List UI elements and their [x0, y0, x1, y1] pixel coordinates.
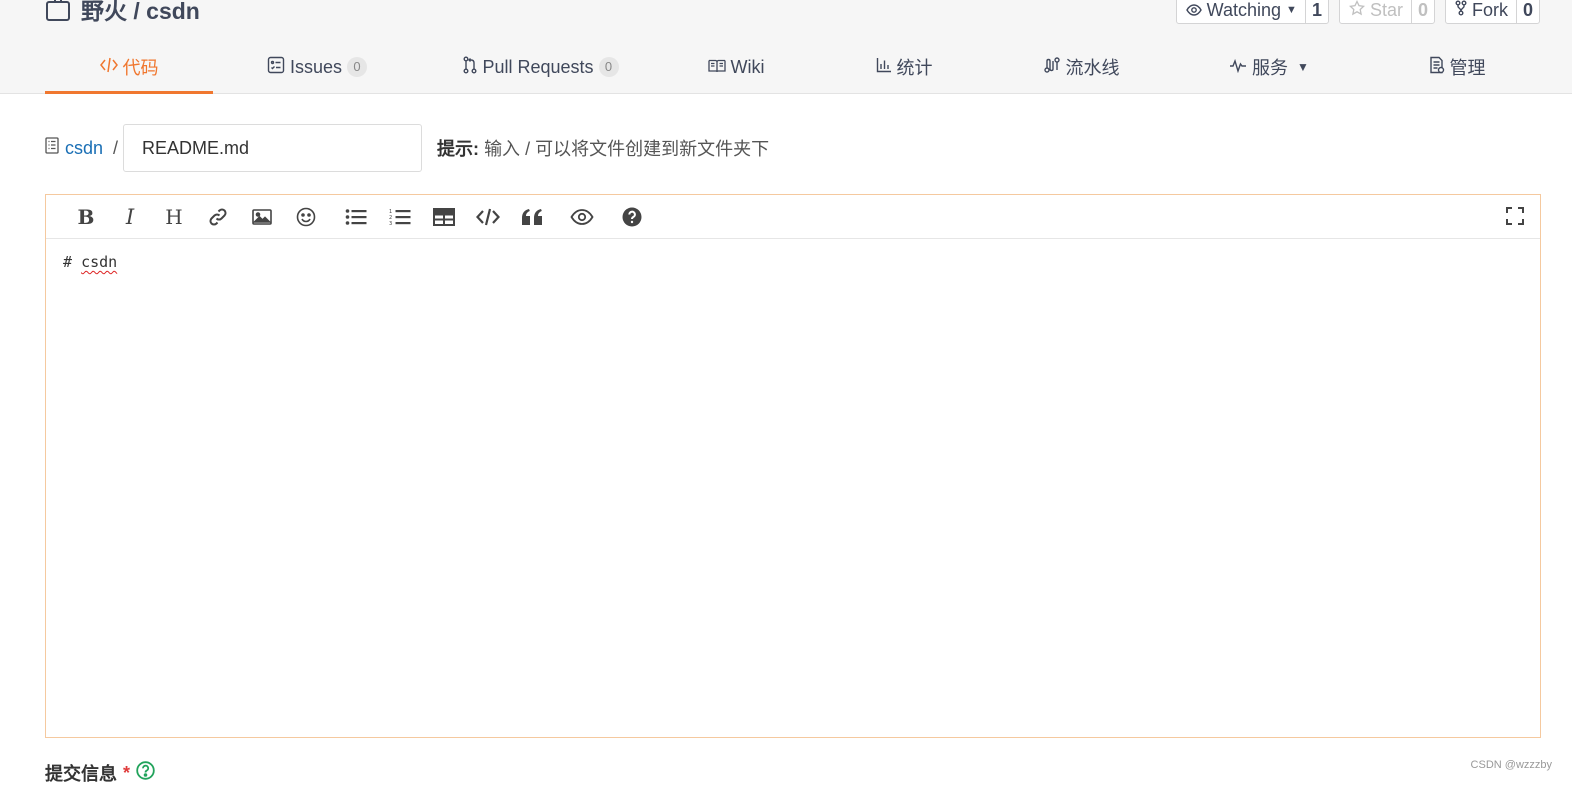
question-circle-icon — [622, 207, 642, 227]
file-list-icon — [45, 137, 59, 159]
fork-icon — [1455, 0, 1467, 21]
file-path-row: csdn / 提示: 输入 / 可以将文件创建到新文件夹下 — [45, 124, 769, 172]
italic-button[interactable]: I — [108, 195, 152, 239]
pull-requests-count-badge: 0 — [598, 57, 619, 77]
unordered-list-icon — [345, 208, 367, 226]
breadcrumb-root-link[interactable]: csdn — [65, 138, 103, 159]
pipeline-icon — [1043, 56, 1061, 79]
unordered-list-button[interactable] — [334, 195, 378, 239]
watch-count[interactable]: 1 — [1304, 0, 1328, 23]
tab-label: 服务 — [1252, 58, 1289, 78]
smile-icon — [296, 207, 316, 227]
tab-pull-requests[interactable]: Pull Requests 0 — [421, 40, 661, 94]
breadcrumb: csdn / — [45, 137, 123, 159]
tab-label: 管理 — [1449, 58, 1486, 78]
code-icon — [99, 57, 118, 78]
quote-icon — [521, 208, 543, 226]
fork-count[interactable]: 0 — [1515, 0, 1539, 23]
code-icon — [476, 208, 500, 226]
link-button[interactable] — [196, 195, 240, 239]
repo-tabs: 代码 Issues 0 Pull Requests 0 Wiki 统计 流水线 … — [45, 40, 1541, 94]
caret-down-icon: ▼ — [1297, 60, 1309, 74]
repo-header: 野火 / csdn Watching ▼ 1 Star 0 Fork 0 代码 … — [0, 0, 1572, 94]
repo-icon — [45, 0, 71, 22]
editor-toolbar: B I H 1 2 3 — [46, 195, 1540, 239]
star-button[interactable]: Star — [1340, 0, 1411, 23]
bold-button[interactable]: B — [64, 195, 108, 239]
issues-icon — [267, 56, 285, 79]
heading-button[interactable]: H — [152, 195, 196, 239]
star-count[interactable]: 0 — [1410, 0, 1434, 23]
manage-icon — [1429, 56, 1445, 79]
image-button[interactable] — [240, 195, 284, 239]
table-button[interactable] — [422, 195, 466, 239]
tab-label: 统计 — [896, 58, 933, 78]
required-mark: * — [123, 762, 131, 783]
heading-icon: H — [165, 204, 183, 229]
issues-count-badge: 0 — [347, 57, 368, 77]
repo-title: 野火 / csdn — [45, 0, 200, 26]
link-icon — [208, 207, 228, 227]
eye-icon — [570, 208, 594, 225]
fork-label: Fork — [1471, 0, 1508, 20]
editor-content-prefix: # — [63, 253, 82, 271]
repo-name[interactable]: 野火 / csdn — [81, 0, 200, 26]
code-button[interactable] — [466, 195, 510, 239]
markdown-editor: B I H 1 2 3 # csdn — [45, 194, 1541, 738]
tab-label: Pull Requests — [482, 56, 594, 77]
editor-content-word: csdn — [81, 253, 118, 271]
tab-code[interactable]: 代码 — [45, 40, 213, 94]
commit-label-text: 提交信息 — [45, 764, 117, 784]
emoji-button[interactable] — [284, 195, 328, 239]
quote-button[interactable] — [510, 195, 554, 239]
tab-services[interactable]: 服务 ▼ — [1165, 40, 1373, 94]
svg-text:3: 3 — [389, 221, 392, 226]
bold-icon: B — [77, 204, 95, 229]
fork-button[interactable]: Fork — [1446, 0, 1516, 23]
hint-label: 提示: — [437, 139, 480, 159]
help-button[interactable] — [610, 195, 654, 239]
bar-chart-icon — [876, 57, 892, 78]
editor-textarea[interactable]: # csdn — [46, 239, 1540, 285]
star-icon — [1348, 0, 1365, 21]
help-circle-icon[interactable] — [136, 761, 155, 785]
fork-button-group: Fork 0 — [1444, 0, 1540, 24]
watch-button-group: Watching ▼ 1 — [1175, 0, 1329, 24]
hint-text: 输入 / 可以将文件创建到新文件夹下 — [484, 139, 770, 159]
tab-manage[interactable]: 管理 — [1373, 40, 1541, 94]
table-icon — [433, 207, 455, 226]
tab-label: Wiki — [730, 56, 765, 77]
fullscreen-button[interactable] — [1506, 207, 1524, 230]
ordered-list-icon: 123 — [389, 208, 411, 226]
pull-request-icon — [463, 56, 477, 79]
tab-label: 流水线 — [1065, 58, 1120, 78]
image-icon — [252, 208, 272, 225]
path-hint: 提示: 输入 / 可以将文件创建到新文件夹下 — [437, 135, 769, 161]
watch-button[interactable]: Watching ▼ — [1177, 0, 1305, 23]
tab-label: 代码 — [122, 58, 159, 78]
eye-icon — [1185, 0, 1202, 21]
caret-down-icon: ▼ — [1286, 4, 1297, 16]
tab-wiki[interactable]: Wiki — [661, 40, 811, 94]
star-label: Star — [1369, 0, 1403, 20]
filename-input[interactable] — [123, 124, 423, 172]
tab-issues[interactable]: Issues 0 — [213, 40, 421, 94]
preview-button[interactable] — [560, 195, 604, 239]
pulse-icon — [1229, 57, 1247, 78]
breadcrumb-separator: / — [113, 137, 119, 158]
ordered-list-button[interactable]: 123 — [378, 195, 422, 239]
star-button-group: Star 0 — [1338, 0, 1435, 24]
tab-pipeline[interactable]: 流水线 — [997, 40, 1165, 94]
commit-message-label: 提交信息 * — [45, 760, 155, 786]
book-icon — [707, 57, 726, 78]
watermark: CSDN @wzzzby — [1470, 759, 1552, 771]
fullscreen-icon — [1506, 207, 1524, 229]
watch-label: Watching — [1206, 0, 1282, 20]
tab-stats[interactable]: 统计 — [811, 40, 997, 94]
tab-label: Issues — [289, 56, 343, 77]
italic-icon: I — [125, 204, 135, 229]
